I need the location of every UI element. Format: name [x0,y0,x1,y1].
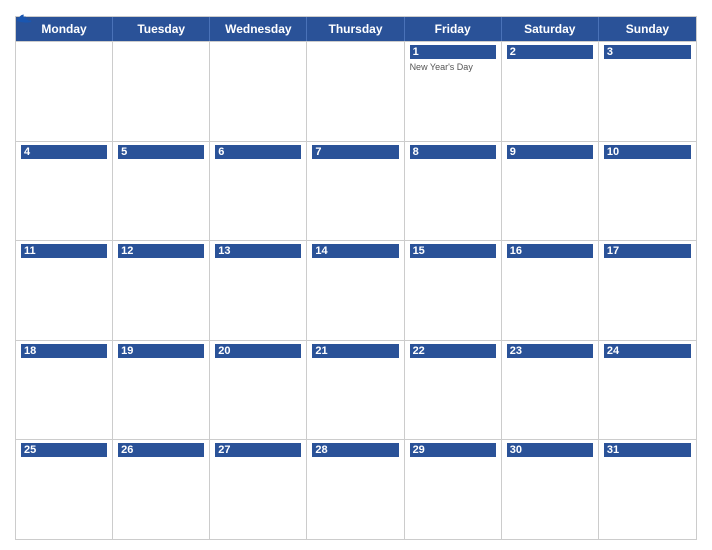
calendar-cell: 20 [210,341,307,440]
calendar-cell: 0 [210,42,307,141]
calendar-header-row: Monday Tuesday Wednesday Thursday Friday… [16,17,696,41]
calendar-cell: 9 [502,142,599,241]
logo [15,10,35,24]
day-number: 17 [604,244,691,258]
calendar-cell: 0 [16,42,113,141]
calendar-cell: 13 [210,241,307,340]
day-number: 25 [21,443,107,457]
logo-bird-icon [15,10,33,24]
calendar-week-4: 18 19 20 21 22 23 24 [16,340,696,440]
calendar-cell: 1 New Year's Day [405,42,502,141]
calendar-cell: 22 [405,341,502,440]
calendar-cell: 6 [210,142,307,241]
calendar-cell: 7 [307,142,404,241]
day-number: 2 [507,45,593,59]
day-number: 12 [118,244,204,258]
calendar-cell: 10 [599,142,696,241]
day-number: 18 [21,344,107,358]
calendar-week-2: 456789 10 [16,141,696,241]
day-number: 13 [215,244,301,258]
calendar-cell: 30 [502,440,599,539]
day-number: 23 [507,344,593,358]
event-label: New Year's Day [410,62,496,72]
page: Monday Tuesday Wednesday Thursday Friday… [0,0,712,550]
day-number: 10 [604,145,691,159]
day-number: 27 [215,443,301,457]
calendar-cell: 15 [405,241,502,340]
calendar-cell: 4 [16,142,113,241]
col-saturday: Saturday [502,17,599,41]
day-number: 7 [312,145,398,159]
day-number: 20 [215,344,301,358]
day-number: 22 [410,344,496,358]
calendar-week-1: 00001New Year's Day23 [16,41,696,141]
calendar-cell: 17 [599,241,696,340]
calendar-cell: 14 [307,241,404,340]
calendar-cell: 18 [16,341,113,440]
calendar-cell: 19 [113,341,210,440]
day-number: 8 [410,145,496,159]
calendar-cell: 3 [599,42,696,141]
calendar-cell: 0 [113,42,210,141]
calendar-cell: 26 [113,440,210,539]
day-number: 11 [21,244,107,258]
calendar-cell: 31 [599,440,696,539]
day-number: 28 [312,443,398,457]
logo-blue-text [15,10,35,24]
day-number: 6 [215,145,301,159]
calendar-cell: 8 [405,142,502,241]
calendar-cell: 23 [502,341,599,440]
day-number: 26 [118,443,204,457]
calendar-cell: 24 [599,341,696,440]
col-sunday: Sunday [599,17,696,41]
calendar-cell: 25 [16,440,113,539]
calendar-cell: 16 [502,241,599,340]
calendar-cell: 0 [307,42,404,141]
calendar-week-3: 11 12 13 14 15 16 17 [16,240,696,340]
day-number: 15 [410,244,496,258]
calendar-cell: 2 [502,42,599,141]
day-number: 24 [604,344,691,358]
calendar-cell: 28 [307,440,404,539]
calendar-cell: 29 [405,440,502,539]
day-number: 21 [312,344,398,358]
col-tuesday: Tuesday [113,17,210,41]
day-number: 5 [118,145,204,159]
day-number: 30 [507,443,593,457]
calendar-week-5: 25 26 27 28 29 30 31 [16,439,696,539]
day-number: 29 [410,443,496,457]
day-number: 14 [312,244,398,258]
day-number: 19 [118,344,204,358]
calendar-cell: 27 [210,440,307,539]
calendar-body: 00001New Year's Day234567891011121314151… [16,41,696,539]
day-number: 3 [604,45,691,59]
day-number: 4 [21,145,107,159]
calendar-cell: 12 [113,241,210,340]
col-thursday: Thursday [307,17,404,41]
day-number: 16 [507,244,593,258]
calendar-cell: 21 [307,341,404,440]
day-number: 9 [507,145,593,159]
col-friday: Friday [405,17,502,41]
col-wednesday: Wednesday [210,17,307,41]
calendar: Monday Tuesday Wednesday Thursday Friday… [15,16,697,540]
calendar-cell: 11 [16,241,113,340]
day-number: 1 [410,45,496,59]
calendar-cell: 5 [113,142,210,241]
day-number: 31 [604,443,691,457]
